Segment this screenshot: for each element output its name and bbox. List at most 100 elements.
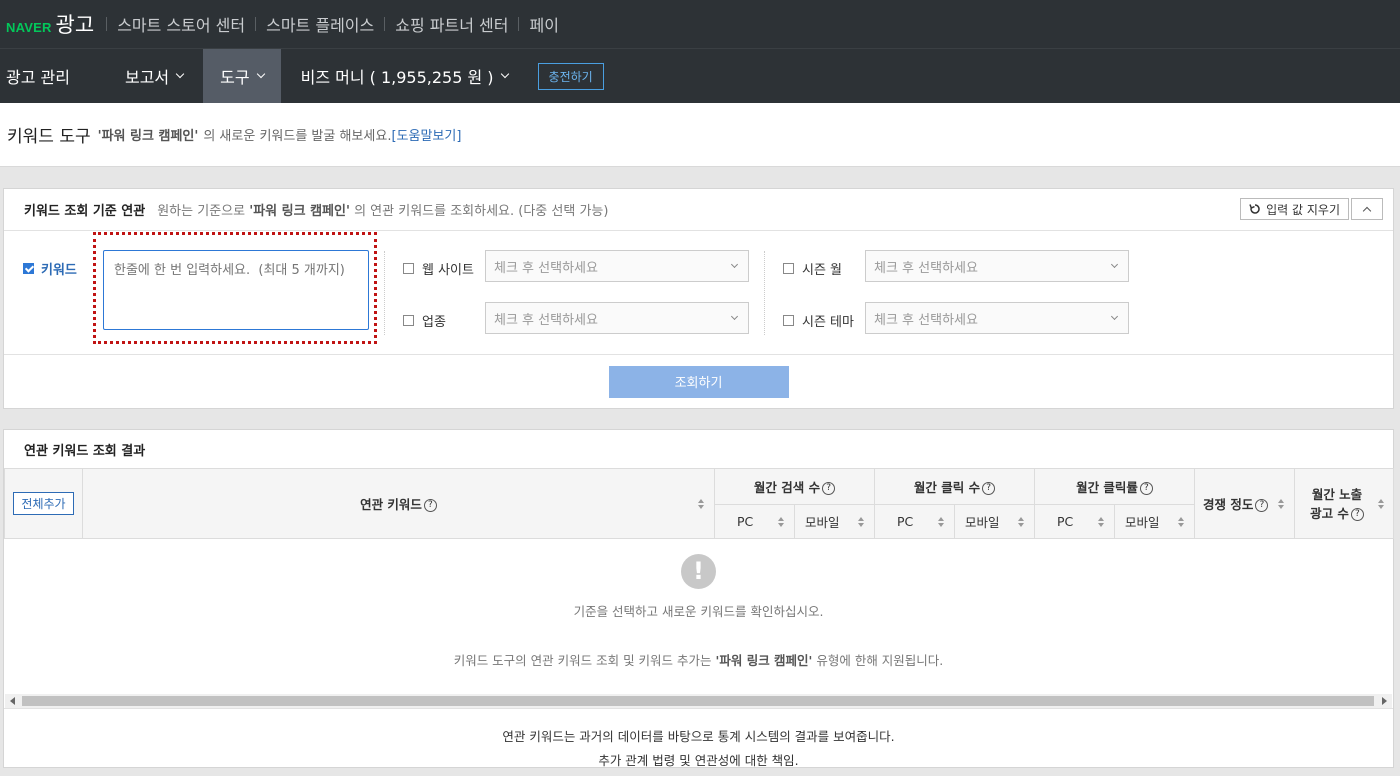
scroll-right-icon[interactable] [1382, 697, 1387, 705]
search-button[interactable]: 조회하기 [608, 365, 789, 398]
collapse-button[interactable] [1351, 198, 1383, 220]
divider [764, 251, 765, 335]
season-theme-checkbox-label[interactable]: 시즌 테마 [783, 311, 854, 330]
industry-select-value: 체크 후 선택하세요 [494, 312, 598, 328]
footnote-line2: 추가 관계 법령 및 연관성에 대한 책임. [598, 753, 799, 768]
season-theme-select-value: 체크 후 선택하세요 [874, 312, 978, 328]
menu-report[interactable]: 보고서 [105, 49, 203, 103]
sort-icon[interactable] [1378, 499, 1385, 509]
menu-bizmoney[interactable]: 비즈 머니 ( 1,955,255 원 ) [281, 49, 528, 103]
keyword-checkbox-label[interactable]: 키워드 [23, 259, 77, 278]
chevron-down-icon [1110, 312, 1119, 321]
link-smart-store-center[interactable]: 스마트 스토어 센터 [107, 12, 255, 36]
criteria-header: 키워드 조회 기준 연관 원하는 기준으로 '파워 링크 캠페인' 의 연관 키… [4, 189, 1393, 231]
website-checkbox-label[interactable]: 웹 사이트 [403, 259, 474, 278]
scroll-thumb[interactable] [22, 696, 1374, 706]
col-monthly-click-label: 월간 클릭 수 [913, 480, 981, 495]
support-note-campaign: '파워 링크 캠페인' [715, 653, 813, 668]
col-monthly-ads-line2: 광고 수 [1310, 505, 1349, 521]
naver-ad-logo[interactable]: NAVER 광고 [6, 9, 94, 39]
sort-icon[interactable] [698, 499, 705, 509]
menu-ad-manage[interactable]: 광고 관리 [0, 49, 105, 103]
col-click-pc[interactable]: PC [874, 504, 955, 539]
industry-checkbox-label[interactable]: 업종 [403, 311, 446, 330]
menu-ad-manage-label: 광고 관리 [6, 68, 70, 87]
page-title: 키워드 도구 [7, 127, 91, 147]
link-pay[interactable]: 페이 [519, 12, 568, 36]
col-monthly-ads[interactable]: 월간 노출 광고 수? [1294, 468, 1395, 539]
divider [384, 251, 385, 335]
add-all-button[interactable]: 전체추가 [13, 492, 74, 515]
col-monthly-ctr: 월간 클릭률? [1033, 468, 1196, 505]
sort-icon[interactable] [778, 517, 785, 527]
col-related-keyword[interactable]: 연관 키워드? [82, 468, 715, 539]
ad-logo-text: 광고 [55, 13, 95, 37]
empty-message: 기준을 선택하고 새로운 키워드를 확인하십시오. [573, 604, 824, 619]
horizontal-scrollbar[interactable] [5, 694, 1392, 708]
industry-select[interactable]: 체크 후 선택하세요 [485, 302, 749, 334]
criteria-desc-prefix: 원하는 기준으로 [157, 204, 246, 219]
support-note: 키워드 도구의 연관 키워드 조회 및 키워드 추가는 '파워 링크 캠페인' … [4, 650, 1393, 669]
page-description: 의 새로운 키워드를 발굴 해보세요. [203, 129, 392, 144]
support-note-prefix: 키워드 도구의 연관 키워드 조회 및 키워드 추가는 [453, 653, 712, 668]
charge-button[interactable]: 충전하기 [537, 62, 604, 90]
season-month-checkbox[interactable] [783, 263, 794, 274]
results-panel: 연관 키워드 조회 결과 전체추가 연관 키워드? 월간 검색 수? 월간 클릭… [3, 429, 1395, 768]
warning-icon: ! [681, 554, 716, 589]
empty-state: ! 기준을 선택하고 새로운 키워드를 확인하십시오. 키워드 도구의 연관 키… [4, 554, 1393, 694]
sort-icon[interactable] [1098, 517, 1105, 527]
season-month-label: 시즌 월 [802, 263, 843, 278]
industry-label: 업종 [422, 315, 446, 330]
col-search-mobile[interactable]: 모바일 [794, 504, 875, 539]
help-icon[interactable]: ? [822, 482, 836, 495]
criteria-desc-campaign: '파워 링크 캠페인' [249, 204, 350, 219]
col-ctr-mobile-label: 모바일 [1125, 515, 1160, 530]
chevron-down-icon [730, 260, 739, 269]
reset-input-button[interactable]: 입력 값 지우기 [1240, 198, 1349, 220]
col-search-mobile-label: 모바일 [805, 515, 840, 530]
season-theme-select[interactable]: 체크 후 선택하세요 [865, 302, 1129, 334]
top-nav: NAVER 광고 스마트 스토어 센터 스마트 플레이스 쇼핑 파트너 센터 페… [0, 0, 1400, 49]
bizmoney-label: 비즈 머니 ( 1,955,255 원 ) [300, 68, 494, 87]
season-month-select[interactable]: 체크 후 선택하세요 [865, 250, 1129, 282]
website-select[interactable]: 체크 후 선택하세요 [485, 250, 749, 282]
season-theme-label: 시즌 테마 [802, 315, 854, 330]
sort-icon[interactable] [1278, 499, 1285, 509]
keyword-checkbox[interactable] [23, 263, 34, 274]
sort-icon[interactable] [1018, 517, 1025, 527]
col-competition[interactable]: 경쟁 정도? [1194, 468, 1296, 539]
help-icon[interactable]: ? [1255, 499, 1269, 512]
menu-tools[interactable]: 도구 [203, 49, 281, 103]
link-smart-place[interactable]: 스마트 플레이스 [256, 12, 384, 36]
link-shopping-partner-center[interactable]: 쇼핑 파트너 센터 [385, 12, 518, 36]
reset-label: 입력 값 지우기 [1266, 202, 1340, 217]
col-search-pc-label: PC [737, 514, 754, 529]
col-monthly-click: 월간 클릭 수? [874, 468, 1035, 505]
menu-report-label: 보고서 [124, 68, 170, 87]
help-icon[interactable]: ? [1350, 507, 1364, 521]
menu-tools-label: 도구 [220, 68, 250, 87]
keyword-input[interactable] [103, 250, 369, 330]
chevron-down-icon [730, 312, 739, 321]
col-search-pc[interactable]: PC [714, 504, 795, 539]
sort-icon[interactable] [1178, 517, 1185, 527]
col-ctr-pc[interactable]: PC [1034, 504, 1115, 539]
sort-icon[interactable] [938, 517, 945, 527]
chevron-down-icon [175, 69, 185, 79]
help-icon[interactable]: ? [1139, 482, 1153, 495]
sort-icon[interactable] [858, 517, 865, 527]
scroll-left-icon[interactable] [10, 697, 15, 705]
season-theme-checkbox[interactable] [783, 315, 794, 326]
col-click-mobile[interactable]: 모바일 [954, 504, 1035, 539]
col-ctr-mobile[interactable]: 모바일 [1113, 504, 1196, 539]
industry-checkbox[interactable] [403, 315, 414, 326]
help-icon[interactable]: ? [982, 482, 996, 495]
help-icon[interactable]: ? [423, 499, 437, 512]
refresh-icon [1249, 204, 1260, 214]
help-link[interactable]: [도움말보기] [391, 125, 461, 144]
website-checkbox[interactable] [403, 263, 414, 274]
footnote-line1: 연관 키워드는 과거의 데이터를 바탕으로 통계 시스템의 결과를 보여줍니다. [502, 729, 895, 744]
criteria-description: 원하는 기준으로 '파워 링크 캠페인' 의 연관 키워드를 조회하세요. (다… [157, 200, 608, 219]
col-competition-label: 경쟁 정도 [1203, 497, 1254, 512]
season-month-checkbox-label[interactable]: 시즌 월 [783, 259, 842, 278]
